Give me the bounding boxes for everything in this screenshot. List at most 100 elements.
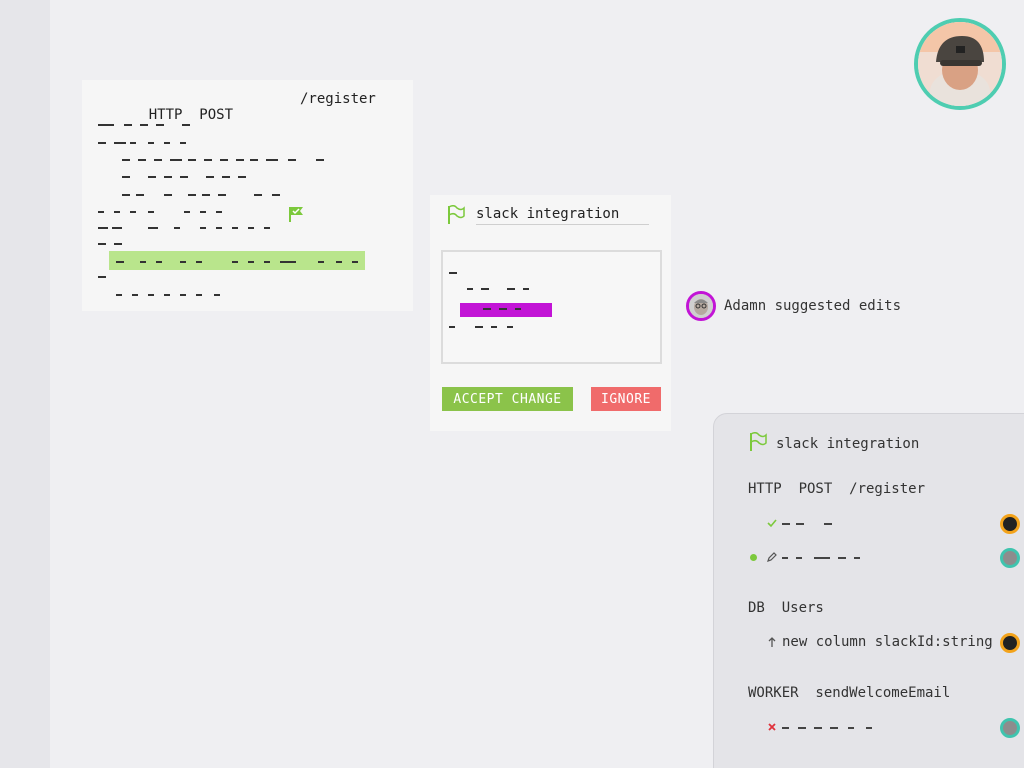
redacted-code	[515, 308, 521, 310]
redacted-code	[164, 176, 172, 178]
flag-icon	[448, 205, 465, 224]
redacted-code	[206, 176, 214, 178]
redacted-code	[254, 194, 262, 196]
redacted-code	[180, 142, 186, 144]
redacted-text	[824, 523, 832, 525]
redacted-code	[232, 227, 238, 229]
redacted-code	[352, 261, 358, 263]
redacted-text	[866, 727, 872, 729]
task-row[interactable]	[748, 548, 1024, 568]
redacted-code	[222, 176, 230, 178]
redacted-code	[188, 194, 196, 196]
redacted-code	[200, 211, 206, 213]
redacted-code	[467, 288, 473, 290]
code-card[interactable]: HTTP POST /register	[82, 80, 413, 311]
redacted-code	[148, 294, 154, 296]
redacted-code	[214, 294, 220, 296]
suggestion-title[interactable]: slack integration	[476, 206, 649, 225]
redacted-code	[148, 142, 154, 144]
redacted-code	[216, 227, 222, 229]
code-path: /register	[300, 91, 376, 107]
redacted-code	[130, 142, 136, 144]
redacted-code	[148, 211, 154, 213]
task-row[interactable]: new column slackId:string	[748, 633, 1024, 653]
redacted-code	[148, 176, 156, 178]
task-row[interactable]	[748, 718, 1024, 738]
check-icon	[767, 519, 777, 528]
redacted-code	[140, 261, 146, 263]
redacted-code	[98, 227, 108, 229]
redacted-code	[507, 326, 513, 328]
redacted-code	[98, 243, 106, 245]
redacted-code	[238, 176, 246, 178]
arrow-up-icon	[768, 637, 776, 647]
redacted-code	[114, 142, 126, 144]
group-header-worker: WORKER sendWelcomeEmail	[748, 685, 951, 701]
redacted-code	[98, 142, 106, 144]
redacted-code	[216, 211, 222, 213]
task-text: new column slackId:string	[782, 634, 993, 650]
redacted-code	[154, 159, 162, 161]
notification-text: Adamn suggested edits	[724, 298, 902, 314]
redacted-text	[798, 727, 806, 729]
redacted-code	[164, 194, 172, 196]
redacted-code	[164, 142, 170, 144]
redacted-code	[114, 211, 120, 213]
redacted-code	[220, 159, 228, 161]
user-photo	[918, 22, 1002, 106]
edit-notification[interactable]: Adamn suggested edits	[686, 291, 901, 321]
redacted-code	[136, 194, 144, 196]
assignee-avatar[interactable]	[1000, 633, 1020, 653]
task-panel: slack integration HTTP POST /register DB…	[713, 413, 1024, 768]
assignee-avatar[interactable]	[1000, 548, 1020, 568]
accept-change-button[interactable]: ACCEPT CHANGE	[442, 387, 573, 411]
redacted-code	[156, 124, 164, 126]
redacted-code	[202, 194, 210, 196]
redacted-code	[174, 227, 180, 229]
redacted-text	[782, 727, 789, 729]
redacted-code	[250, 159, 258, 161]
redacted-code	[122, 159, 130, 161]
assignee-avatar[interactable]	[1000, 718, 1020, 738]
assignee-avatar[interactable]	[1000, 514, 1020, 534]
ignore-button[interactable]: IGNORE	[591, 387, 661, 411]
redacted-text	[782, 523, 790, 525]
redacted-code	[124, 124, 132, 126]
redacted-code	[288, 159, 296, 161]
redacted-code	[318, 261, 324, 263]
redacted-code	[98, 124, 114, 126]
user-avatar[interactable]	[914, 18, 1006, 110]
redacted-code	[266, 159, 278, 161]
redacted-code	[264, 261, 270, 263]
redacted-code	[449, 272, 457, 274]
redacted-code	[148, 227, 158, 229]
code-method: HTTP POST	[148, 107, 234, 123]
redacted-code	[232, 261, 238, 263]
redacted-code	[180, 176, 188, 178]
redacted-code	[132, 294, 138, 296]
redacted-code	[130, 211, 136, 213]
redacted-code	[523, 288, 529, 290]
redacted-text	[854, 557, 860, 559]
redacted-code	[170, 159, 182, 161]
adamn-photo	[689, 294, 713, 318]
redacted-code	[184, 211, 190, 213]
redacted-code	[218, 194, 226, 196]
redacted-code	[116, 294, 122, 296]
redacted-code	[138, 159, 146, 161]
redacted-code	[196, 261, 202, 263]
redacted-code	[507, 288, 515, 290]
redacted-code	[180, 261, 186, 263]
edit-icon	[767, 552, 777, 562]
redacted-code	[156, 261, 162, 263]
task-row[interactable]	[748, 514, 1024, 534]
redacted-code	[264, 227, 270, 229]
redacted-code	[98, 211, 104, 213]
redacted-code	[481, 288, 489, 290]
redacted-code	[188, 159, 196, 161]
redacted-code	[316, 159, 324, 161]
redacted-code	[164, 294, 170, 296]
redacted-code	[288, 261, 296, 263]
redacted-text	[796, 523, 804, 525]
flag-check-icon[interactable]	[287, 205, 305, 223]
